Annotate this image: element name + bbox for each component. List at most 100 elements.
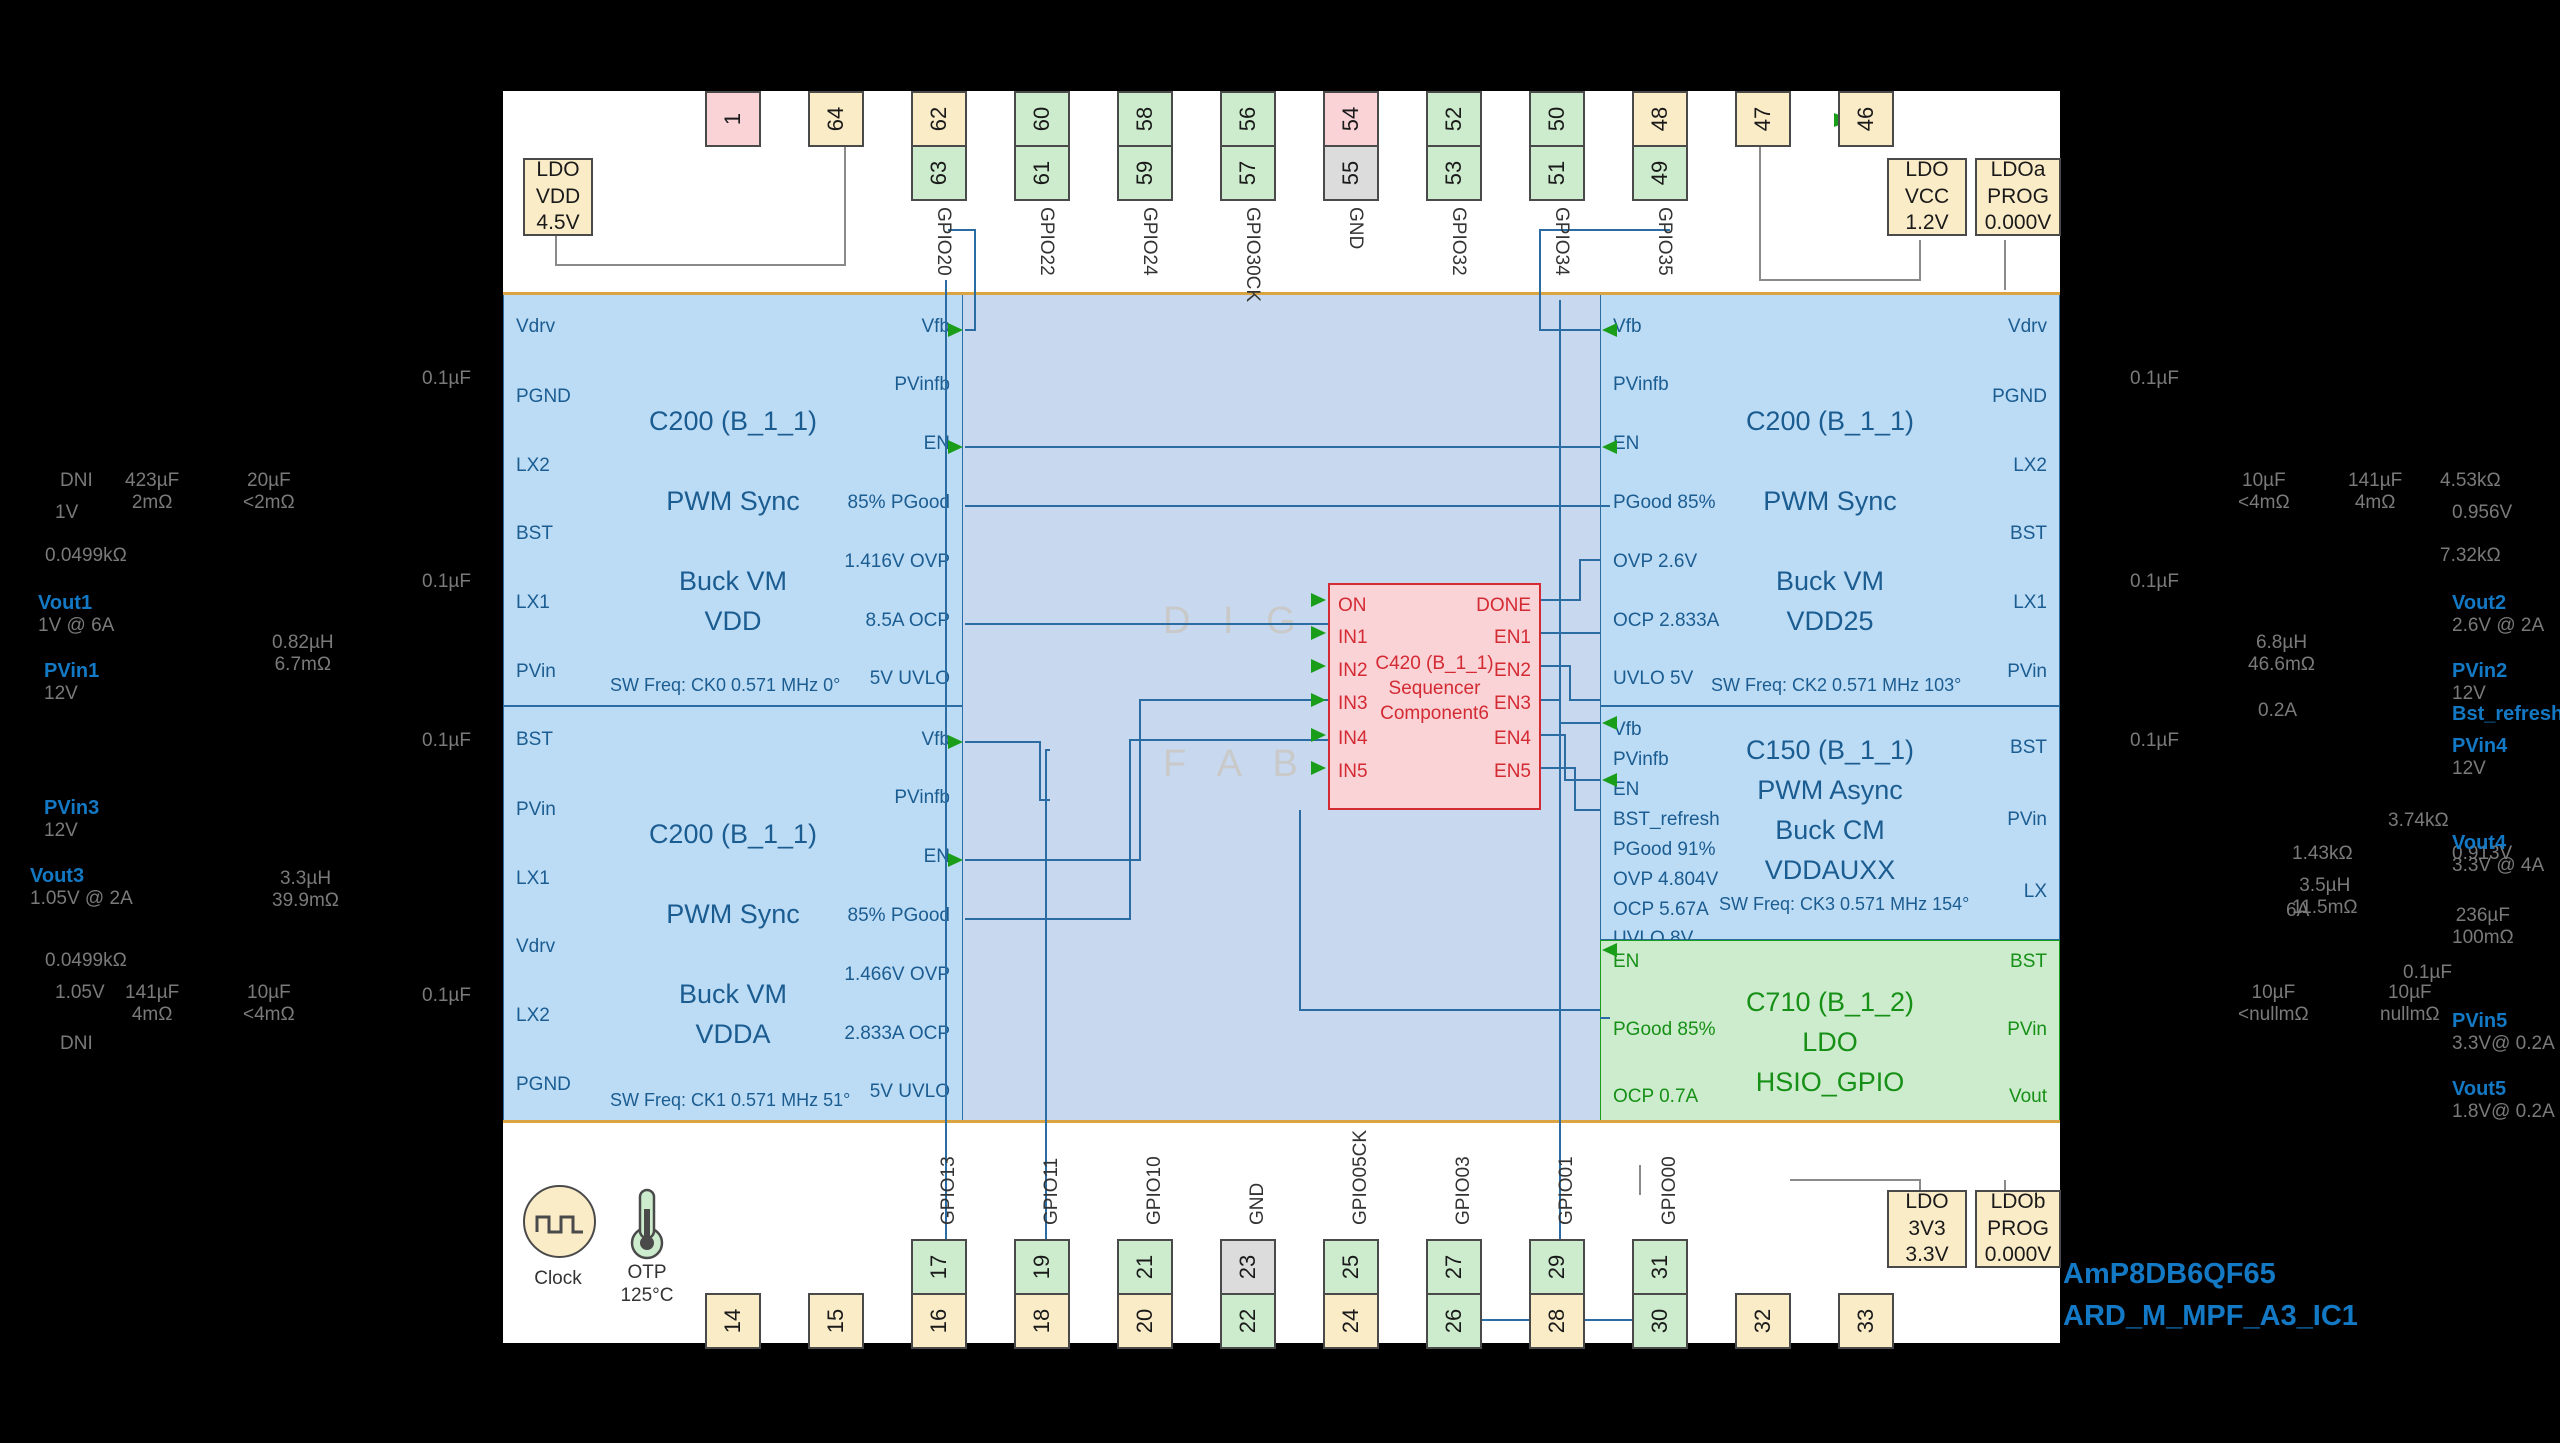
converter-vdda-region[interactable]: C200 (B_1_1) PWM Sync Buck VM VDDA SW Fr…	[503, 706, 963, 1121]
cap-20uf: 20µF <2mΩ	[243, 470, 295, 513]
sequencer-in-in3: IN3	[1338, 693, 1368, 714]
pin-17[interactable]: 17	[911, 1239, 967, 1295]
pin-53[interactable]: 53	[1426, 145, 1482, 201]
pin-bst-2: BST	[516, 729, 553, 750]
gpio-label-30ck: GPIO30CK	[1242, 207, 1263, 303]
ldoa-prog-block[interactable]: LDOa PROG 0.000V	[1975, 158, 2061, 236]
pin-58[interactable]: 58	[1117, 91, 1173, 147]
cap-0p1uf-r2: 0.1µF	[2130, 571, 2179, 592]
pin-62[interactable]: 62	[911, 91, 967, 147]
net-vout5-label: Vout5	[2452, 1078, 2507, 1100]
net-pvin5-label: PVin5	[2452, 1010, 2508, 1032]
converter-vdd-swfreq: SW Freq: CK0 0.571 MHz 0°	[610, 675, 841, 695]
pin-pvinfb-4: PVinfb	[1613, 749, 1669, 770]
pin-60[interactable]: 60	[1014, 91, 1070, 147]
pin-32[interactable]: 32	[1735, 1293, 1791, 1349]
converter-vdd25-id: C200 (B_1_1)	[1745, 406, 1915, 436]
net-pvin2-value: 12V	[2452, 683, 2486, 704]
pin-16[interactable]: 16	[911, 1293, 967, 1349]
converter-vdd25-region[interactable]: C200 (B_1_1) PWM Sync Buck VM VDD25 SW F…	[1600, 293, 2060, 706]
net-vout3: Vout3 1.05V @ 2A	[30, 865, 133, 910]
pin-33[interactable]: 33	[1838, 1293, 1894, 1349]
ldob-prog-block[interactable]: LDOb PROG 0.000V	[1975, 1190, 2061, 1268]
pin-52[interactable]: 52	[1426, 91, 1482, 147]
pin-ocp-4: OCP 5.67A	[1613, 899, 1709, 920]
cap-423uf: 423µF 2mΩ	[125, 470, 180, 513]
ldo-vdd-l3: 4.5V	[536, 211, 580, 235]
pin-29[interactable]: 29	[1529, 1239, 1585, 1295]
gpio-label-11: GPIO11	[1041, 1157, 1062, 1225]
pin-48[interactable]: 48	[1632, 91, 1688, 147]
converter-vddauxx-swfreq: SW Freq: CK3 0.571 MHz 154°	[1719, 894, 1970, 914]
ldo-vcc-block[interactable]: LDO VCC 1.2V	[1887, 158, 1967, 236]
net-pvin2: PVin2 12V	[2452, 660, 2507, 705]
part-number: AmP8DB6QF65	[2063, 1258, 2276, 1290]
converter-hsio-id: C710 (B_1_2)	[1745, 987, 1915, 1017]
pin-28[interactable]: 28	[1529, 1293, 1585, 1349]
gpio-label-05ck: GPIO05CK	[1350, 1129, 1371, 1225]
converter-vddauxx-id: C150 (B_1_1)	[1745, 735, 1915, 765]
pin-59[interactable]: 59	[1117, 145, 1173, 201]
pin-21[interactable]: 21	[1117, 1239, 1173, 1295]
pin-ovp-4: OVP 4.804V	[1613, 869, 1719, 890]
net-vout2-value: 2.6V @ 2A	[2452, 615, 2545, 636]
pin-30[interactable]: 30	[1632, 1293, 1688, 1349]
pin-vfb-3: Vfb	[1613, 316, 1642, 337]
pin-63[interactable]: 63	[911, 145, 967, 201]
curr-6a: 6A	[2286, 900, 2310, 921]
ldo-3v3-block[interactable]: LDO 3V3 3.3V	[1887, 1190, 1967, 1268]
pin-1[interactable]: 1	[705, 91, 761, 147]
otp-caption-2: 125°C	[620, 1285, 674, 1306]
net-pvin1: PVin1 12V	[44, 660, 99, 705]
pin-47[interactable]: 47	[1735, 91, 1791, 147]
pin-en: EN	[923, 433, 950, 454]
net-pvin2-label: PVin2	[2452, 660, 2508, 682]
converter-vdd-region[interactable]: C200 (B_1_1) PWM Sync Buck VM VDD SW Fre…	[503, 293, 963, 706]
cap-0p1uf-2: 0.1µF	[422, 571, 471, 592]
pin-26[interactable]: 26	[1426, 1293, 1482, 1349]
pin-en-2: EN	[923, 846, 950, 867]
res-0p0499k-1: 0.0499kΩ	[45, 545, 127, 566]
sequencer-block[interactable]: C420 (B_1_1) Sequencer Component6 ON IN1…	[1328, 583, 1541, 810]
pin-en-3: EN	[1613, 433, 1640, 454]
pin-31[interactable]: 31	[1632, 1239, 1688, 1295]
pin-49[interactable]: 49	[1632, 145, 1688, 201]
pin-64[interactable]: 64	[808, 91, 864, 147]
res-0p0499k-2: 0.0499kΩ	[45, 950, 127, 971]
pin-56[interactable]: 56	[1220, 91, 1276, 147]
pin-27[interactable]: 27	[1426, 1239, 1482, 1295]
ldo-vdd-block[interactable]: LDO VDD 4.5V	[523, 158, 593, 236]
pin-50[interactable]: 50	[1529, 91, 1585, 147]
pin-18[interactable]: 18	[1014, 1293, 1070, 1349]
pin-23[interactable]: 23	[1220, 1239, 1276, 1295]
cap-141uf-l: 141µF 4mΩ	[125, 982, 180, 1025]
pin-24[interactable]: 24	[1323, 1293, 1379, 1349]
pin-vdrv-2: Vdrv	[516, 936, 556, 957]
pin-19[interactable]: 19	[1014, 1239, 1070, 1295]
net-vout5: Vout5 1.8V@ 0.2A	[2452, 1078, 2555, 1123]
pin-46[interactable]: 46	[1838, 91, 1894, 147]
sequencer-out-en4: EN4	[1494, 728, 1531, 749]
pin-14[interactable]: 14	[705, 1293, 761, 1349]
net-vout5-value: 1.8V@ 0.2A	[2452, 1101, 2555, 1122]
pin-51[interactable]: 51	[1529, 145, 1585, 201]
pin-15[interactable]: 15	[808, 1293, 864, 1349]
pin-pgood-4: PGood 91%	[1613, 839, 1716, 860]
net-vout4: Vout4 3.3V @ 4A	[2452, 832, 2544, 877]
ldo-vcc-l1: LDO	[1905, 157, 1949, 181]
clock-icon	[523, 1185, 596, 1258]
vref-1p05v: 1.05V	[55, 982, 105, 1003]
pin-pgood-3: PGood 85%	[1613, 492, 1716, 513]
pin-pvin: PVin	[516, 661, 556, 682]
pin-54[interactable]: 54	[1323, 91, 1379, 147]
sequencer-in-in4: IN4	[1338, 728, 1368, 749]
pin-22[interactable]: 22	[1220, 1293, 1276, 1349]
pin-20[interactable]: 20	[1117, 1293, 1173, 1349]
pin-55[interactable]: 55	[1323, 145, 1379, 201]
converter-vddauxx-region[interactable]: C150 (B_1_1) PWM Async Buck CM VDDAUXX S…	[1600, 706, 2060, 949]
pin-61[interactable]: 61	[1014, 145, 1070, 201]
pin-57[interactable]: 57	[1220, 145, 1276, 201]
pin-25[interactable]: 25	[1323, 1239, 1379, 1295]
cap-0p1uf-r3: 0.1µF	[2130, 730, 2179, 751]
converter-hsio-gpio-region[interactable]: C710 (B_1_2) LDO HSIO_GPIO EN PGood 85% …	[1600, 940, 2060, 1121]
